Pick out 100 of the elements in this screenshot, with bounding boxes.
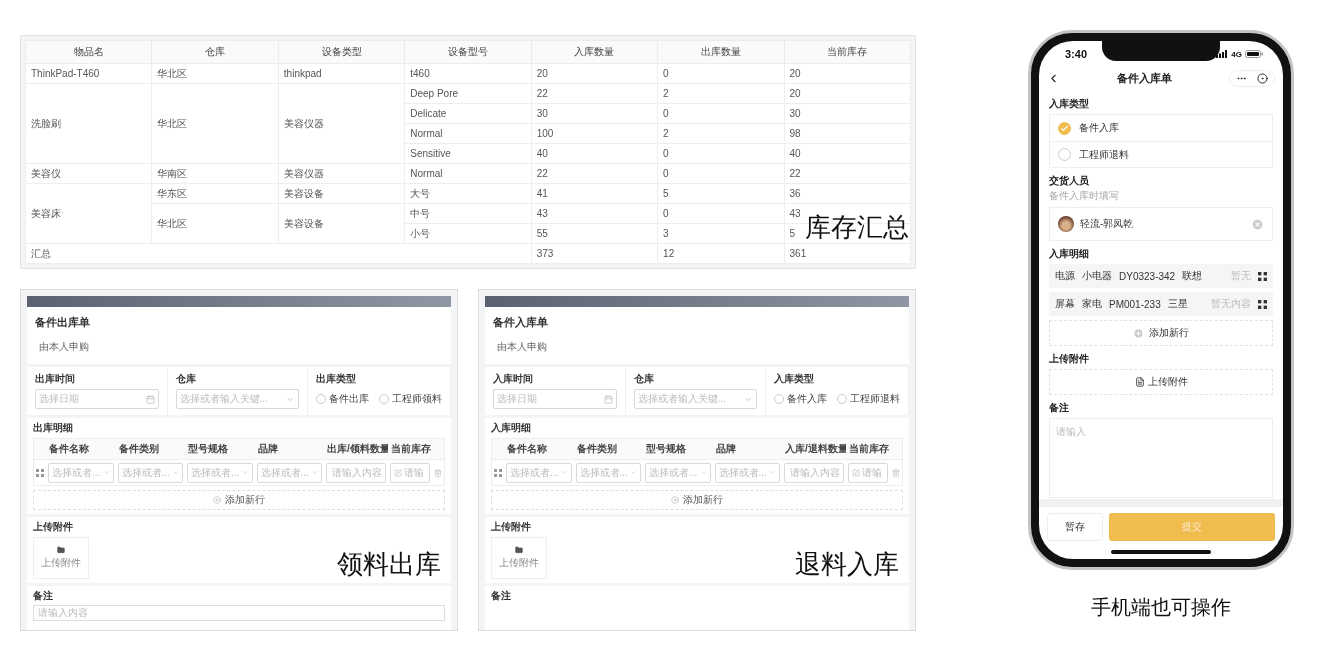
select-field[interactable]: 选择或者... — [714, 462, 780, 483]
upload-button[interactable]: 上传附件 — [491, 537, 547, 579]
table-cell: 30 — [784, 103, 911, 124]
column-header: 当前库存 — [388, 439, 432, 459]
table-cell: 华东区 — [151, 183, 279, 204]
column-header: 物品名 — [25, 40, 152, 64]
select-field[interactable]: 选择或者... — [117, 462, 183, 483]
upload-button[interactable]: 上传附件 — [33, 537, 89, 579]
column-header: 备件类别 — [573, 439, 643, 459]
select-field[interactable]: 选择或者输入关键... — [633, 389, 757, 409]
input-field[interactable]: 请输入内容 — [784, 462, 844, 483]
submit-button[interactable]: 提交 — [1109, 513, 1275, 541]
column-header: 品牌 — [712, 439, 782, 459]
grid-icon[interactable] — [1258, 271, 1267, 281]
table-cell: 100 — [531, 123, 658, 144]
table-cell: 22 — [784, 163, 911, 184]
table-cell: 2 — [657, 83, 785, 104]
clear-icon — [1251, 217, 1264, 231]
input-field[interactable]: 请输 — [390, 462, 430, 483]
avatar — [1058, 216, 1074, 232]
table-cell: 洗脸刷 — [25, 83, 152, 164]
radio-label: 备件入库 — [787, 392, 827, 406]
column-header: 型号规格 — [185, 439, 255, 459]
save-button[interactable]: 暂存 — [1047, 513, 1103, 541]
radio-button[interactable] — [1058, 121, 1071, 135]
chevron-down-icon — [630, 469, 637, 476]
radio-button[interactable] — [379, 394, 389, 404]
section-label: 交货人员 — [1049, 174, 1090, 188]
section-label: 备注 — [1049, 401, 1070, 415]
option-label: 工程师退料 — [1079, 147, 1129, 162]
check-icon — [1060, 123, 1069, 133]
input-field[interactable]: 请输 — [848, 462, 888, 483]
upload-button[interactable]: 上传附件 — [1049, 369, 1273, 395]
column-header: 出库/领料数量 — [324, 439, 388, 459]
table-cell: Sensitive — [404, 143, 532, 164]
select-field[interactable]: 选择或者... — [645, 462, 711, 483]
radio-button[interactable] — [1058, 148, 1071, 161]
signal-icon — [1216, 50, 1229, 58]
table-cell: 大号 — [404, 183, 532, 204]
select-field[interactable]: 选择或者输入关键... — [175, 389, 299, 409]
table-cell: 0 — [657, 63, 785, 84]
person-field[interactable]: 轻流-郭凤乾 — [1049, 207, 1273, 241]
add-row-button[interactable]: 添加新行 — [33, 490, 445, 510]
row-text: 三星 — [1167, 297, 1188, 311]
table-cell: 43 — [531, 203, 658, 224]
page-title: 备件入库单 — [1117, 70, 1172, 86]
caption: 手机端也可操作 — [1091, 595, 1231, 620]
plus-icon — [1133, 327, 1144, 339]
table-cell: 华南区 — [151, 163, 279, 184]
select-field[interactable]: 选择或者... — [187, 462, 253, 483]
add-row-button[interactable]: 添加新行 — [491, 490, 903, 510]
column-header: 仓库 — [151, 40, 279, 64]
column-header: 备件名称 — [46, 439, 116, 459]
folder-icon — [57, 546, 65, 554]
select-field[interactable]: 选择或者... — [48, 462, 114, 483]
table-cell: t460 — [404, 63, 532, 84]
field-label: 仓库 — [633, 373, 655, 385]
caption: 退料入库 — [795, 550, 899, 579]
column-header: 设备型号 — [404, 40, 532, 64]
table-cell: Normal — [404, 163, 532, 184]
network-label: 4G — [1231, 49, 1242, 59]
column-header: 型号规格 — [643, 439, 713, 459]
table-cell: 0 — [657, 203, 785, 224]
chevron-down-icon — [102, 469, 110, 476]
table-cell: ThinkPad-T460 — [25, 63, 152, 84]
delete-icon[interactable] — [434, 468, 442, 477]
remark-field[interactable]: 请输入 — [1049, 418, 1273, 498]
input-field[interactable]: 请输入内容 — [326, 462, 386, 483]
table-cell: 华北区 — [151, 63, 279, 84]
applicant-text: 由本人申购 — [497, 340, 548, 354]
delete-icon[interactable] — [892, 468, 900, 477]
person-name: 轻流-郭凤乾 — [1080, 217, 1134, 231]
chevron-down-icon — [560, 469, 568, 476]
table-cell: 0 — [657, 143, 785, 164]
plus-icon — [671, 496, 679, 504]
radio-label: 备件出库 — [329, 392, 369, 406]
file-icon — [1134, 377, 1145, 387]
row-text: 屏幕 — [1055, 297, 1075, 311]
folder-icon — [515, 546, 523, 554]
radio-button[interactable] — [774, 394, 784, 404]
select-field[interactable]: 选择或者... — [256, 462, 322, 483]
table-cell: 5 — [657, 183, 785, 204]
column-header: 品牌 — [254, 439, 324, 459]
field-label: 出库时间 — [35, 373, 76, 385]
status-time: 3:40 — [1065, 48, 1088, 60]
plus-icon — [213, 496, 221, 504]
row-text: PM001-233 — [1109, 298, 1161, 310]
grid-icon[interactable] — [1258, 299, 1267, 309]
section-label: 入库类型 — [1049, 97, 1090, 111]
remark-field[interactable]: 请输入内容 — [33, 605, 445, 621]
radio-button[interactable] — [316, 394, 326, 404]
select-field[interactable]: 选择或者... — [575, 462, 641, 483]
table-cell: 0 — [657, 163, 785, 184]
table-cell: 华北区 — [151, 203, 279, 244]
caption: 领料出库 — [337, 550, 441, 579]
table-cell: 美容仪器 — [278, 83, 405, 164]
radio-button[interactable] — [837, 394, 847, 404]
select-field[interactable]: 选择或者... — [506, 462, 572, 483]
table-cell: 40 — [531, 143, 658, 164]
add-row-button[interactable]: 添加新行 — [1049, 320, 1273, 346]
